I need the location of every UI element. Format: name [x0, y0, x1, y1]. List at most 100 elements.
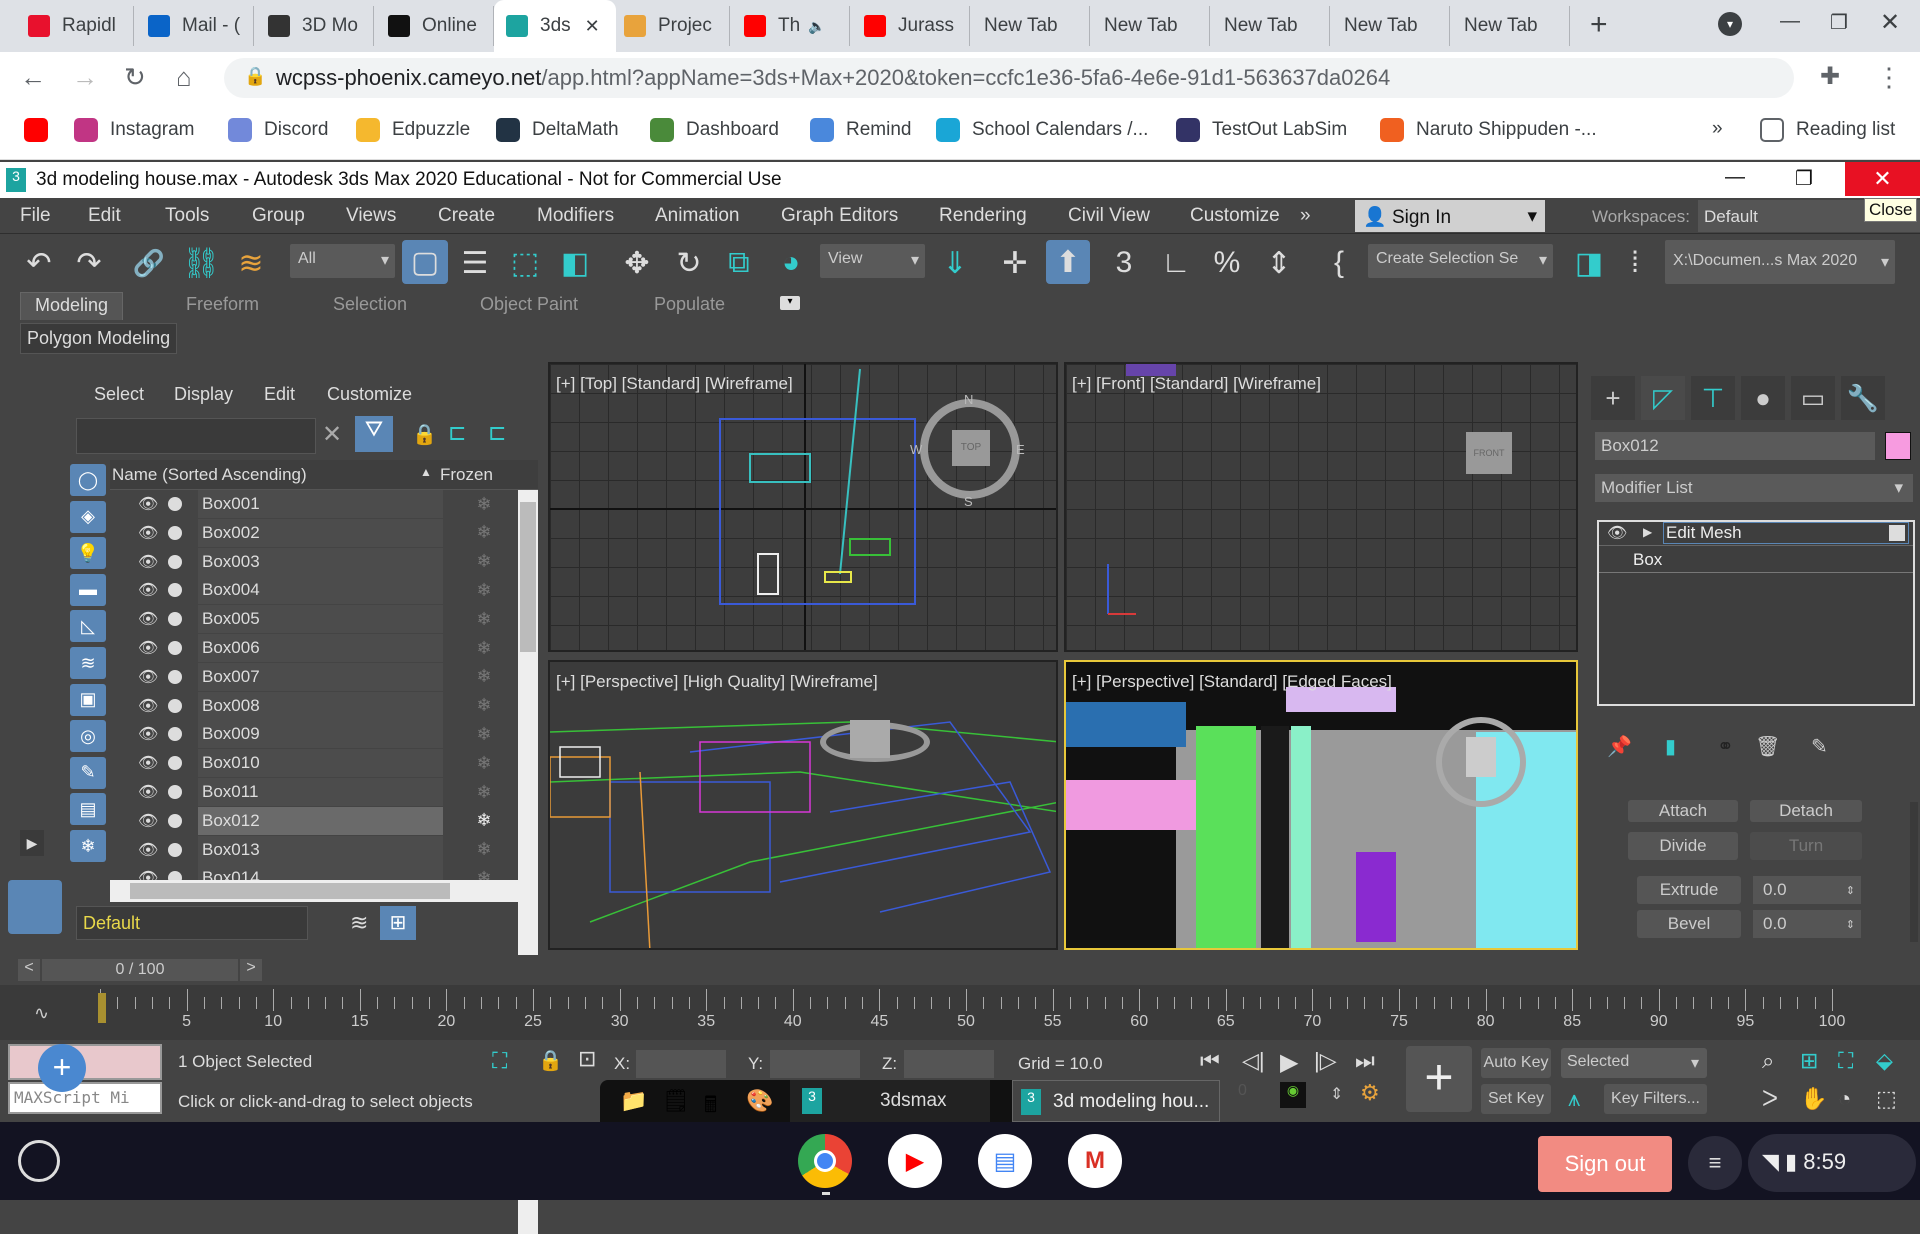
modifier-list-dropdown[interactable]: Modifier List ▾: [1595, 474, 1913, 502]
key-filters-button[interactable]: Key Filters...: [1604, 1084, 1707, 1114]
utilities-tab-icon[interactable]: 🔧: [1841, 376, 1885, 420]
frozen-snowflake-icon[interactable]: ❄: [443, 839, 520, 860]
pan-icon[interactable]: ✋: [1800, 1086, 1827, 1112]
scene-object-row[interactable]: 👁 Box010 ❄: [110, 749, 520, 778]
new-tab-button[interactable]: +: [1590, 8, 1608, 42]
browser-tab[interactable]: Th 🔈: [732, 6, 850, 46]
bind-space-warp-icon[interactable]: ≋: [232, 244, 270, 282]
bevel-amount-spinner[interactable]: 0.0 ⇕: [1753, 910, 1861, 938]
browser-tab[interactable]: Projec: [612, 6, 730, 46]
hierarchy-icon[interactable]: ⊏: [448, 420, 466, 446]
frozen-snowflake-icon[interactable]: ❄: [443, 609, 520, 630]
renderable-dot-icon[interactable]: [168, 813, 182, 828]
auto-key-button[interactable]: Auto Key: [1481, 1048, 1551, 1078]
visibility-eye-icon[interactable]: 👁: [138, 724, 168, 744]
frozen-snowflake-icon[interactable]: ❄: [443, 580, 520, 601]
snaps-toggle-icon[interactable]: 3: [1105, 244, 1143, 282]
transform-gizmo-icon[interactable]: ✛: [996, 244, 1034, 282]
visibility-eye-icon[interactable]: 👁: [138, 638, 168, 658]
frozen-snowflake-icon[interactable]: ❄: [443, 638, 520, 659]
placement-icon[interactable]: ◕: [772, 244, 810, 282]
go-to-end-icon[interactable]: ⏭: [1355, 1048, 1375, 1074]
frozen-snowflake-icon[interactable]: ❄: [443, 522, 520, 543]
renderable-dot-icon[interactable]: [168, 871, 182, 880]
attach-button[interactable]: Attach: [1628, 800, 1738, 822]
reading-list-button[interactable]: Reading list: [1760, 118, 1895, 142]
browser-tab[interactable]: 3D Mo: [256, 6, 374, 46]
visibility-eye-icon[interactable]: 👁: [138, 552, 168, 572]
previous-key-icon[interactable]: ◁|: [1242, 1048, 1265, 1074]
renderable-dot-icon[interactable]: [168, 497, 182, 511]
sign-out-button[interactable]: Sign out: [1538, 1136, 1672, 1192]
name-column-header[interactable]: Name (Sorted Ascending): [112, 465, 307, 485]
angle-snap-icon[interactable]: ∟: [1157, 244, 1195, 282]
explorer-menu-display[interactable]: Display: [174, 384, 233, 405]
home-icon[interactable]: ⌂: [176, 62, 192, 93]
renderable-dot-icon[interactable]: [168, 727, 182, 742]
time-configuration-icon[interactable]: ⚙: [1360, 1080, 1380, 1106]
undo-icon[interactable]: ↶: [20, 244, 58, 282]
menu-create[interactable]: Create: [438, 205, 495, 227]
viewport-perspective-edged-faces[interactable]: [+] [Perspective] [Standard] [Edged Face…: [1064, 660, 1578, 950]
spinner-arrows-icon[interactable]: ⇕: [1846, 884, 1855, 897]
calculator-icon[interactable]: 🖩: [704, 1088, 717, 1126]
layers-icon[interactable]: ≋: [350, 910, 368, 936]
frozen-snowflake-icon[interactable]: ❄: [443, 666, 520, 687]
viewcube[interactable]: TOP: [952, 430, 990, 466]
menu-icon[interactable]: ⋮: [1876, 62, 1902, 93]
zoom-extents-all-icon[interactable]: ⬙: [1876, 1048, 1893, 1074]
set-keys-button[interactable]: +: [1406, 1046, 1472, 1112]
go-to-start-icon[interactable]: ⏮: [1200, 1048, 1220, 1074]
browser-tab[interactable]: Rapidl: [16, 6, 134, 46]
scale-icon[interactable]: ⧉: [720, 244, 758, 282]
x-coordinate-input[interactable]: [636, 1050, 726, 1078]
browser-tab[interactable]: New Tab: [1452, 6, 1570, 46]
keyboard-shortcut-override-icon[interactable]: ⬆: [1046, 240, 1090, 284]
scene-object-row[interactable]: 👁 Box014 ❄: [110, 864, 520, 880]
bevel-button[interactable]: Bevel: [1637, 910, 1741, 938]
menu-tools[interactable]: Tools: [165, 205, 209, 227]
ribbon-tab-populate[interactable]: Populate: [654, 294, 725, 315]
window-crossing-icon[interactable]: ◧: [556, 244, 594, 282]
configure-modifier-sets-icon[interactable]: ✎: [1811, 734, 1828, 759]
explorer-menu-edit[interactable]: Edit: [264, 384, 295, 405]
renderable-dot-icon[interactable]: [168, 612, 182, 627]
gmail-icon[interactable]: M: [1068, 1134, 1122, 1188]
extensions-icon[interactable]: ✚: [1820, 62, 1840, 91]
pivot-center-icon[interactable]: ⇓: [936, 244, 974, 282]
rollout-scrollbar[interactable]: [1910, 802, 1918, 942]
frozen-snowflake-icon[interactable]: ❄: [443, 695, 520, 716]
ribbon-options-icon[interactable]: ▾: [780, 296, 800, 310]
renderable-dot-icon[interactable]: [168, 842, 182, 857]
more-bookmarks[interactable]: »: [1712, 118, 1723, 140]
make-unique-icon[interactable]: ⚭: [1717, 734, 1734, 759]
taskbar-3dsmax[interactable]: 3 3dsmax: [790, 1080, 990, 1122]
stack-item-edit-mesh[interactable]: 👁 ▶ Edit Mesh: [1599, 522, 1913, 546]
system-tray[interactable]: ◥ ▮ 8:59: [1748, 1134, 1916, 1192]
zoom-icon[interactable]: ⌕: [1762, 1048, 1774, 1074]
browser-tab[interactable]: New Tab: [1212, 6, 1330, 46]
renderable-dot-icon[interactable]: [168, 785, 182, 799]
maxscript-mini-input[interactable]: MAXScript Mi: [8, 1082, 162, 1114]
set-key-button[interactable]: Set Key: [1481, 1084, 1551, 1114]
field-of-view-icon[interactable]: ᐳ: [1762, 1086, 1778, 1112]
spinner-snap-icon[interactable]: ⇕: [1260, 244, 1298, 282]
mirror-icon[interactable]: ◨: [1570, 244, 1608, 282]
menu-civil-view[interactable]: Civil View: [1068, 205, 1150, 227]
track-bar[interactable]: ∿ 5 10 15 20 25 30 35 40 45 50 55 60 65 70 75 80 85 90 95 1…: [0, 985, 1920, 1040]
audio-playing-icon[interactable]: 🔈: [808, 18, 825, 35]
hierarchy-view-icon[interactable]: ⊞: [380, 906, 416, 940]
create-selection-set-dropdown[interactable]: Create Selection Se ▾: [1368, 244, 1553, 278]
reload-icon[interactable]: ↻: [124, 62, 146, 93]
current-frame-marker[interactable]: [98, 993, 106, 1023]
object-name-input[interactable]: Box012: [1595, 432, 1875, 460]
menu-rendering[interactable]: Rendering: [939, 205, 1027, 227]
stack-item-box[interactable]: Box: [1633, 550, 1662, 570]
frozen-snowflake-icon[interactable]: ❄: [443, 494, 520, 515]
url-input[interactable]: 🔒 wcpss-phoenix.cameyo.net/app.html?appN…: [224, 58, 1794, 98]
scene-object-row[interactable]: 👁 Box003 ❄: [110, 547, 520, 576]
scene-object-row[interactable]: 👁 Box011 ❄: [110, 778, 520, 806]
project-folder-dropdown[interactable]: X:\Documen...s Max 2020 ▾: [1665, 240, 1895, 284]
minimize-button[interactable]: —: [1725, 166, 1745, 189]
visibility-eye-icon[interactable]: 👁: [138, 580, 168, 600]
